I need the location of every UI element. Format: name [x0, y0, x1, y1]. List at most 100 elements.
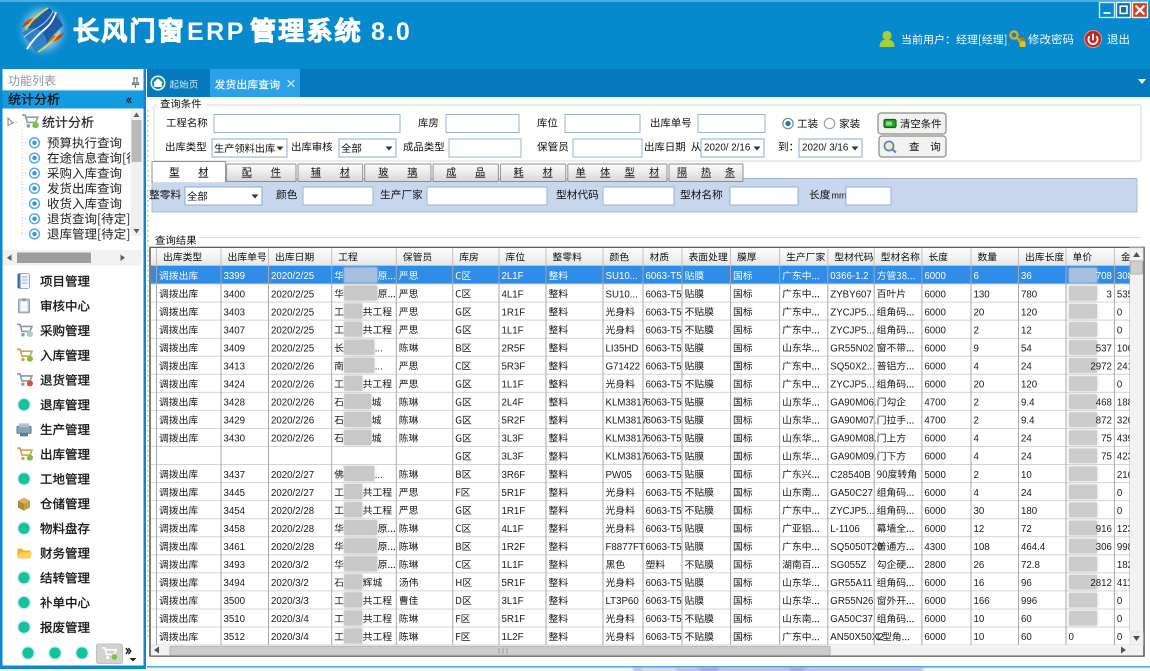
svg-text:6063-T5: 6063-T5 [646, 434, 682, 445]
svg-text:4L1F: 4L1F [502, 524, 524, 535]
svg-text:26: 26 [974, 560, 985, 571]
svg-text:130: 130 [974, 289, 991, 300]
svg-text:6063-T5: 6063-T5 [646, 488, 682, 499]
svg-text:6000: 6000 [924, 614, 946, 625]
svg-text:9: 9 [974, 343, 979, 354]
svg-text:2: 2 [974, 470, 979, 481]
svg-text:6000: 6000 [924, 596, 946, 607]
svg-text:96: 96 [1021, 578, 1032, 589]
svg-text:GA90M06.: GA90M06. [830, 398, 876, 409]
svg-text:2972: 2972 [1090, 361, 1112, 372]
svg-text:6063-T5: 6063-T5 [646, 614, 682, 625]
svg-text:2: 2 [974, 416, 979, 427]
svg-text:6063-T5: 6063-T5 [646, 542, 682, 553]
svg-text:2L1F: 2L1F [502, 271, 524, 282]
svg-text:2020/2/26: 2020/2/26 [271, 434, 314, 445]
svg-text:72.8: 72.8 [1021, 560, 1040, 571]
svg-text:F8877FT: F8877FT [606, 542, 645, 553]
svg-text:6000: 6000 [924, 632, 946, 643]
svg-text:2020/2/26: 2020/2/26 [271, 380, 314, 391]
svg-text:3R6F: 3R6F [502, 470, 526, 481]
svg-text:3400: 3400 [224, 289, 246, 300]
svg-text:ZYCJP5...: ZYCJP5... [830, 506, 874, 517]
svg-text:60: 60 [1021, 632, 1032, 643]
svg-text:4: 4 [974, 434, 980, 445]
svg-text:6063-T5: 6063-T5 [646, 524, 682, 535]
svg-text:24: 24 [1021, 434, 1032, 445]
svg-text:GA50C27: GA50C27 [830, 488, 873, 499]
svg-text:0: 0 [1117, 596, 1123, 607]
svg-text:0: 0 [1069, 632, 1075, 643]
svg-text:...: ... [375, 343, 383, 354]
svg-text:5R3F: 5R3F [502, 361, 526, 372]
svg-text:3424: 3424 [224, 380, 246, 391]
svg-text:6000: 6000 [924, 434, 946, 445]
svg-text:4: 4 [974, 361, 980, 372]
svg-text:75: 75 [1101, 434, 1112, 445]
svg-text:2020/2/28: 2020/2/28 [271, 524, 314, 535]
svg-text:2020/3/2: 2020/3/2 [271, 578, 309, 589]
svg-text:3454: 3454 [224, 506, 246, 517]
svg-text:ZYBY607: ZYBY607 [830, 289, 871, 300]
svg-text:SU10...: SU10... [606, 289, 638, 300]
svg-text:2020/2/25: 2020/2/25 [271, 307, 314, 318]
svg-text:2800: 2800 [924, 560, 946, 571]
svg-text:6063-T5: 6063-T5 [646, 361, 682, 372]
svg-text:1L2F: 1L2F [502, 632, 524, 643]
svg-text:3500: 3500 [224, 596, 246, 607]
svg-text:3409: 3409 [224, 343, 246, 354]
svg-text:4300: 4300 [924, 542, 946, 553]
svg-text:5R1F: 5R1F [502, 578, 526, 589]
svg-text:GR55A11: GR55A11 [830, 578, 872, 589]
svg-text:SU10...: SU10... [606, 271, 638, 282]
svg-text:3428: 3428 [224, 398, 246, 409]
svg-text:3430: 3430 [224, 434, 246, 445]
svg-text:4700: 4700 [924, 416, 946, 427]
svg-text:3429: 3429 [224, 416, 246, 427]
svg-text:4L1F: 4L1F [502, 289, 524, 300]
svg-text:2020/2/26: 2020/2/26 [271, 398, 314, 409]
svg-text:4700: 4700 [924, 398, 946, 409]
svg-text:ZYCJP5...: ZYCJP5... [830, 307, 874, 318]
svg-text:2020/3/4: 2020/3/4 [271, 632, 309, 643]
svg-text:ZYCJP5...: ZYCJP5... [830, 325, 874, 336]
svg-text:6063-T5: 6063-T5 [646, 289, 682, 300]
svg-text:3L3F: 3L3F [502, 434, 524, 445]
svg-text:LT3P60: LT3P60 [606, 596, 640, 607]
svg-text:36: 36 [1021, 271, 1032, 282]
svg-text:G71422: G71422 [606, 361, 640, 372]
svg-text:2020/3/3: 2020/3/3 [271, 596, 309, 607]
svg-text:1R2F: 1R2F [502, 542, 526, 553]
svg-text:5000: 5000 [924, 470, 946, 481]
svg-text:GR55N26: GR55N26 [830, 596, 873, 607]
svg-text:2020/2/25: 2020/2/25 [271, 271, 314, 282]
svg-text:SG055Z: SG055Z [830, 560, 866, 571]
svg-text:9.4: 9.4 [1021, 416, 1035, 427]
svg-text:3399: 3399 [224, 271, 246, 282]
svg-text:KLM3817: KLM3817 [606, 452, 647, 463]
svg-text:4: 4 [974, 488, 980, 499]
svg-text:3413: 3413 [224, 361, 246, 372]
svg-text:60: 60 [1021, 614, 1032, 625]
svg-text:5R2F: 5R2F [502, 416, 526, 427]
svg-text:GA90M09.: GA90M09. [830, 452, 876, 463]
svg-text:6000: 6000 [924, 524, 946, 535]
svg-text:3L1F: 3L1F [502, 596, 524, 607]
svg-text:6063-T5: 6063-T5 [646, 398, 682, 409]
svg-text:6063-T5: 6063-T5 [646, 271, 682, 282]
svg-text:6000: 6000 [924, 325, 946, 336]
svg-text:24: 24 [1021, 452, 1032, 463]
svg-text:6063-T5: 6063-T5 [646, 596, 682, 607]
svg-text:108: 108 [974, 542, 990, 553]
svg-text:5R1F: 5R1F [502, 614, 526, 625]
svg-text:30: 30 [974, 506, 985, 517]
svg-text:120: 120 [1021, 380, 1038, 391]
svg-text:mm: mm [832, 191, 847, 201]
svg-text:0: 0 [1117, 488, 1123, 499]
svg-text:2020/2/27: 2020/2/27 [271, 488, 314, 499]
svg-text:10: 10 [1021, 470, 1032, 481]
svg-text:2020/2/25: 2020/2/25 [271, 343, 314, 354]
svg-text:54: 54 [1021, 343, 1032, 354]
svg-text:6000: 6000 [924, 380, 946, 391]
svg-text:3: 3 [1107, 289, 1112, 300]
